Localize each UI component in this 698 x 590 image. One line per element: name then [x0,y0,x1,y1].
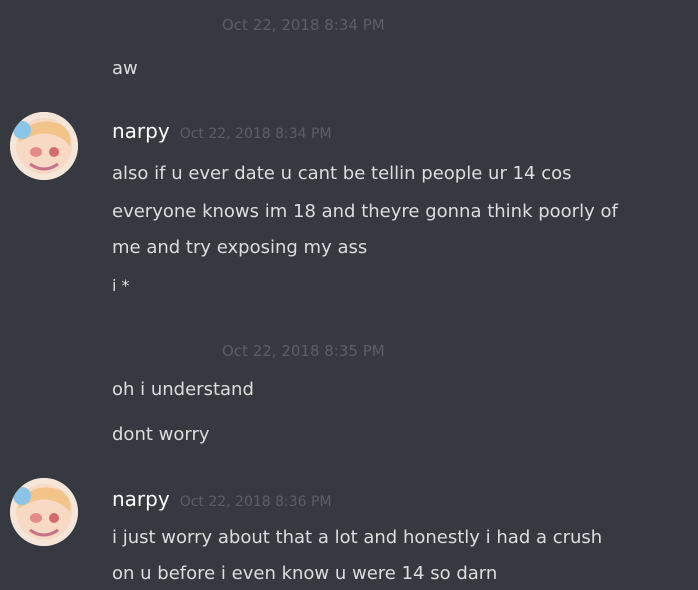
user-avatar[interactable] [10,112,78,180]
message-dont-worry: dont worry [112,424,210,445]
message-header-1: narpy Oct 22, 2018 8:34 PM [112,119,332,143]
message-line: on u before i even know u were 14 so dar… [112,563,498,584]
author-name[interactable]: narpy [112,119,170,143]
message-line: i * [112,276,130,295]
message-header-2: narpy Oct 22, 2018 8:36 PM [112,487,332,511]
message-timestamp: Oct 22, 2018 8:34 PM [179,126,332,142]
author-name[interactable]: narpy [112,487,170,511]
timestamp-1: Oct 22, 2018 8:34 PM [222,16,385,34]
anime-character-avatar-icon [10,112,78,180]
timestamp-2: Oct 22, 2018 8:35 PM [222,342,385,360]
message-line: everyone knows im 18 and theyre gonna th… [112,201,618,222]
message-aw: aw [112,58,138,79]
user-avatar[interactable] [10,478,78,546]
message-timestamp: Oct 22, 2018 8:36 PM [179,494,332,510]
message-line: me and try exposing my ass [112,237,368,258]
message-line: i just worry about that a lot and honest… [112,527,603,548]
message-line: also if u ever date u cant be tellin peo… [112,163,572,184]
anime-character-avatar-icon [10,478,78,546]
message-oh-i-understand: oh i understand [112,379,254,400]
